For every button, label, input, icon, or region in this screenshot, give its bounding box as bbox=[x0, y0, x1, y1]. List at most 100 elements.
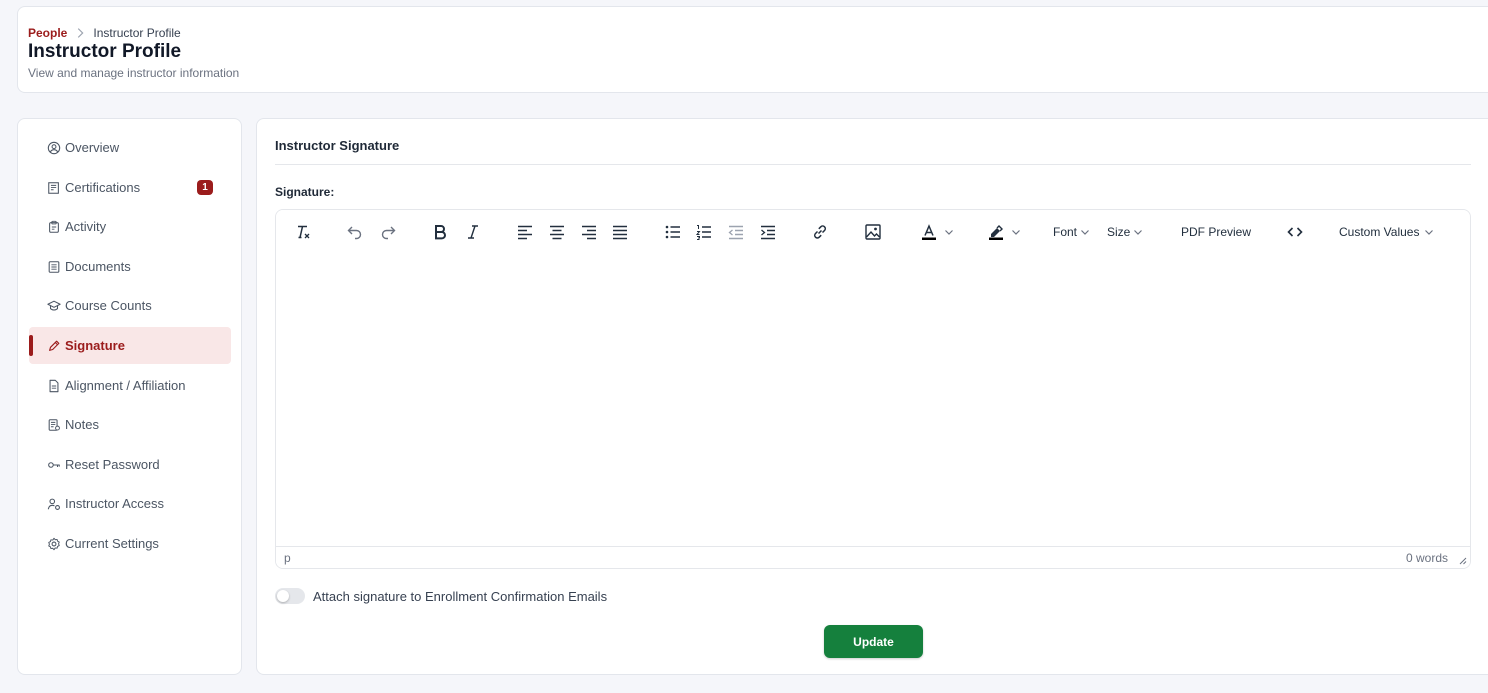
clear-formatting-button[interactable] bbox=[292, 221, 314, 243]
chevron-down-icon bbox=[1012, 230, 1020, 235]
sidebar-item-label: Signature bbox=[65, 338, 125, 353]
sidebar-item-label: Activity bbox=[65, 219, 107, 234]
document-icon bbox=[48, 260, 60, 273]
italic-icon bbox=[468, 225, 478, 239]
outdent-button[interactable] bbox=[725, 221, 747, 243]
sidebar-item-label: Alignment / Affiliation bbox=[65, 378, 186, 393]
user-circle-icon bbox=[47, 141, 61, 154]
editor-statusbar: p 0 words bbox=[276, 546, 1470, 568]
file-icon bbox=[49, 379, 59, 392]
justify-button[interactable] bbox=[609, 221, 631, 243]
sidebar-item-documents[interactable]: Documents bbox=[29, 248, 231, 285]
toggle-knob bbox=[277, 590, 289, 602]
section-title: Instructor Signature bbox=[275, 138, 400, 153]
sidebar-item-instructor-access[interactable]: Instructor Access bbox=[29, 485, 231, 522]
indent-icon bbox=[761, 225, 775, 240]
chevron-right-icon bbox=[78, 28, 84, 38]
font-family-dropdown[interactable]: Font bbox=[1053, 221, 1090, 243]
editor-toolbar: Font Size PDF Preview Custom Values bbox=[276, 210, 1470, 254]
bold-button[interactable] bbox=[429, 221, 451, 243]
sidebar-item-notes[interactable]: Notes bbox=[29, 406, 231, 443]
attach-signature-row: Attach signature to Enrollment Confirmat… bbox=[275, 588, 607, 604]
sidebar-item-reset-password[interactable]: Reset Password bbox=[29, 446, 231, 483]
page-title: Instructor Profile bbox=[28, 41, 182, 62]
align-left-icon bbox=[518, 225, 532, 240]
justify-icon bbox=[613, 225, 627, 240]
page-subtitle: View and manage instructor information bbox=[28, 66, 240, 80]
italic-button[interactable] bbox=[462, 221, 484, 243]
key-icon bbox=[48, 461, 60, 468]
numbered-list-icon bbox=[695, 225, 711, 240]
highlight-color-button[interactable] bbox=[983, 221, 1025, 243]
sidebar-item-overview[interactable]: Overview bbox=[29, 129, 231, 166]
gear-icon bbox=[48, 537, 60, 550]
sidebar-item-current-settings[interactable]: Current Settings bbox=[29, 525, 231, 562]
sidebar: Overview Certifications 1 Activity Docum… bbox=[17, 118, 242, 675]
signature-field-label: Signature: bbox=[275, 185, 335, 199]
bullet-list-icon bbox=[665, 225, 680, 239]
text-color-button[interactable] bbox=[916, 221, 958, 243]
insert-link-button[interactable] bbox=[809, 221, 831, 243]
source-code-button[interactable] bbox=[1284, 221, 1306, 243]
word-count: 0 words bbox=[1405, 551, 1448, 565]
signature-editor-content[interactable] bbox=[276, 254, 1470, 547]
sidebar-item-label: Overview bbox=[65, 140, 120, 155]
sidebar-item-signature[interactable]: Signature bbox=[29, 327, 231, 364]
breadcrumb-current: Instructor Profile bbox=[93, 26, 181, 40]
attach-signature-label: Attach signature to Enrollment Confirmat… bbox=[313, 588, 608, 604]
align-right-icon bbox=[582, 225, 596, 240]
breadcrumb-people-link[interactable]: People bbox=[28, 26, 67, 40]
breadcrumb: People Instructor Profile bbox=[28, 26, 181, 40]
pdf-preview-label: PDF Preview bbox=[1181, 225, 1252, 239]
custom-values-label: Custom Values bbox=[1339, 225, 1420, 239]
chevron-down-icon bbox=[945, 230, 953, 235]
undo-button[interactable] bbox=[344, 221, 366, 243]
insert-image-button[interactable] bbox=[862, 221, 884, 243]
chevron-down-icon bbox=[1425, 230, 1434, 235]
code-icon bbox=[1287, 227, 1303, 237]
element-path[interactable]: p bbox=[284, 551, 291, 565]
sidebar-item-label: Current Settings bbox=[65, 536, 159, 551]
image-icon bbox=[865, 224, 881, 240]
sidebar-item-activity[interactable]: Activity bbox=[29, 208, 231, 245]
custom-values-dropdown[interactable]: Custom Values bbox=[1339, 221, 1434, 243]
chevron-down-icon bbox=[1081, 230, 1089, 235]
align-left-button[interactable] bbox=[514, 221, 536, 243]
certificate-icon bbox=[48, 181, 59, 194]
certifications-count-badge: 1 bbox=[197, 180, 213, 195]
font-dropdown-label: Font bbox=[1053, 225, 1078, 239]
highlighter-icon bbox=[989, 225, 1003, 240]
sidebar-item-label: Documents bbox=[65, 259, 131, 274]
undo-icon bbox=[347, 226, 362, 240]
sidebar-item-label: Course Counts bbox=[65, 298, 152, 313]
sidebar-item-certifications[interactable]: Certifications 1 bbox=[29, 169, 231, 206]
bullet-list-button[interactable] bbox=[662, 221, 684, 243]
signature-panel: Instructor Signature Signature: Font Siz… bbox=[256, 118, 1488, 675]
attach-signature-toggle[interactable] bbox=[275, 588, 305, 604]
align-center-icon bbox=[550, 225, 564, 240]
size-dropdown-label: Size bbox=[1107, 225, 1131, 239]
font-size-dropdown[interactable]: Size bbox=[1107, 221, 1143, 243]
sidebar-item-alignment-affiliation[interactable]: Alignment / Affiliation bbox=[29, 367, 231, 404]
numbered-list-button[interactable] bbox=[693, 221, 715, 243]
sidebar-item-label: Reset Password bbox=[65, 457, 160, 472]
pdf-preview-button[interactable]: PDF Preview bbox=[1181, 221, 1251, 243]
text-color-icon bbox=[922, 224, 936, 240]
sidebar-item-label: Notes bbox=[65, 417, 99, 432]
chevron-down-icon bbox=[1134, 230, 1143, 235]
sidebar-item-label: Instructor Access bbox=[65, 496, 164, 511]
graduation-cap-icon bbox=[47, 300, 61, 311]
align-right-button[interactable] bbox=[578, 221, 600, 243]
align-center-button[interactable] bbox=[546, 221, 568, 243]
redo-icon bbox=[381, 226, 396, 240]
update-button[interactable]: Update bbox=[824, 625, 923, 658]
clear-formatting-icon bbox=[298, 225, 310, 239]
clipboard-icon bbox=[49, 220, 59, 233]
sidebar-item-course-counts[interactable]: Course Counts bbox=[29, 287, 231, 324]
resize-handle-icon[interactable] bbox=[1458, 556, 1467, 565]
rich-text-editor: Font Size PDF Preview Custom Values p 0 … bbox=[275, 209, 1471, 569]
pencil-icon bbox=[49, 340, 60, 351]
redo-button[interactable] bbox=[377, 221, 399, 243]
page-header: People Instructor Profile Instructor Pro… bbox=[17, 6, 1488, 93]
indent-button[interactable] bbox=[757, 221, 779, 243]
